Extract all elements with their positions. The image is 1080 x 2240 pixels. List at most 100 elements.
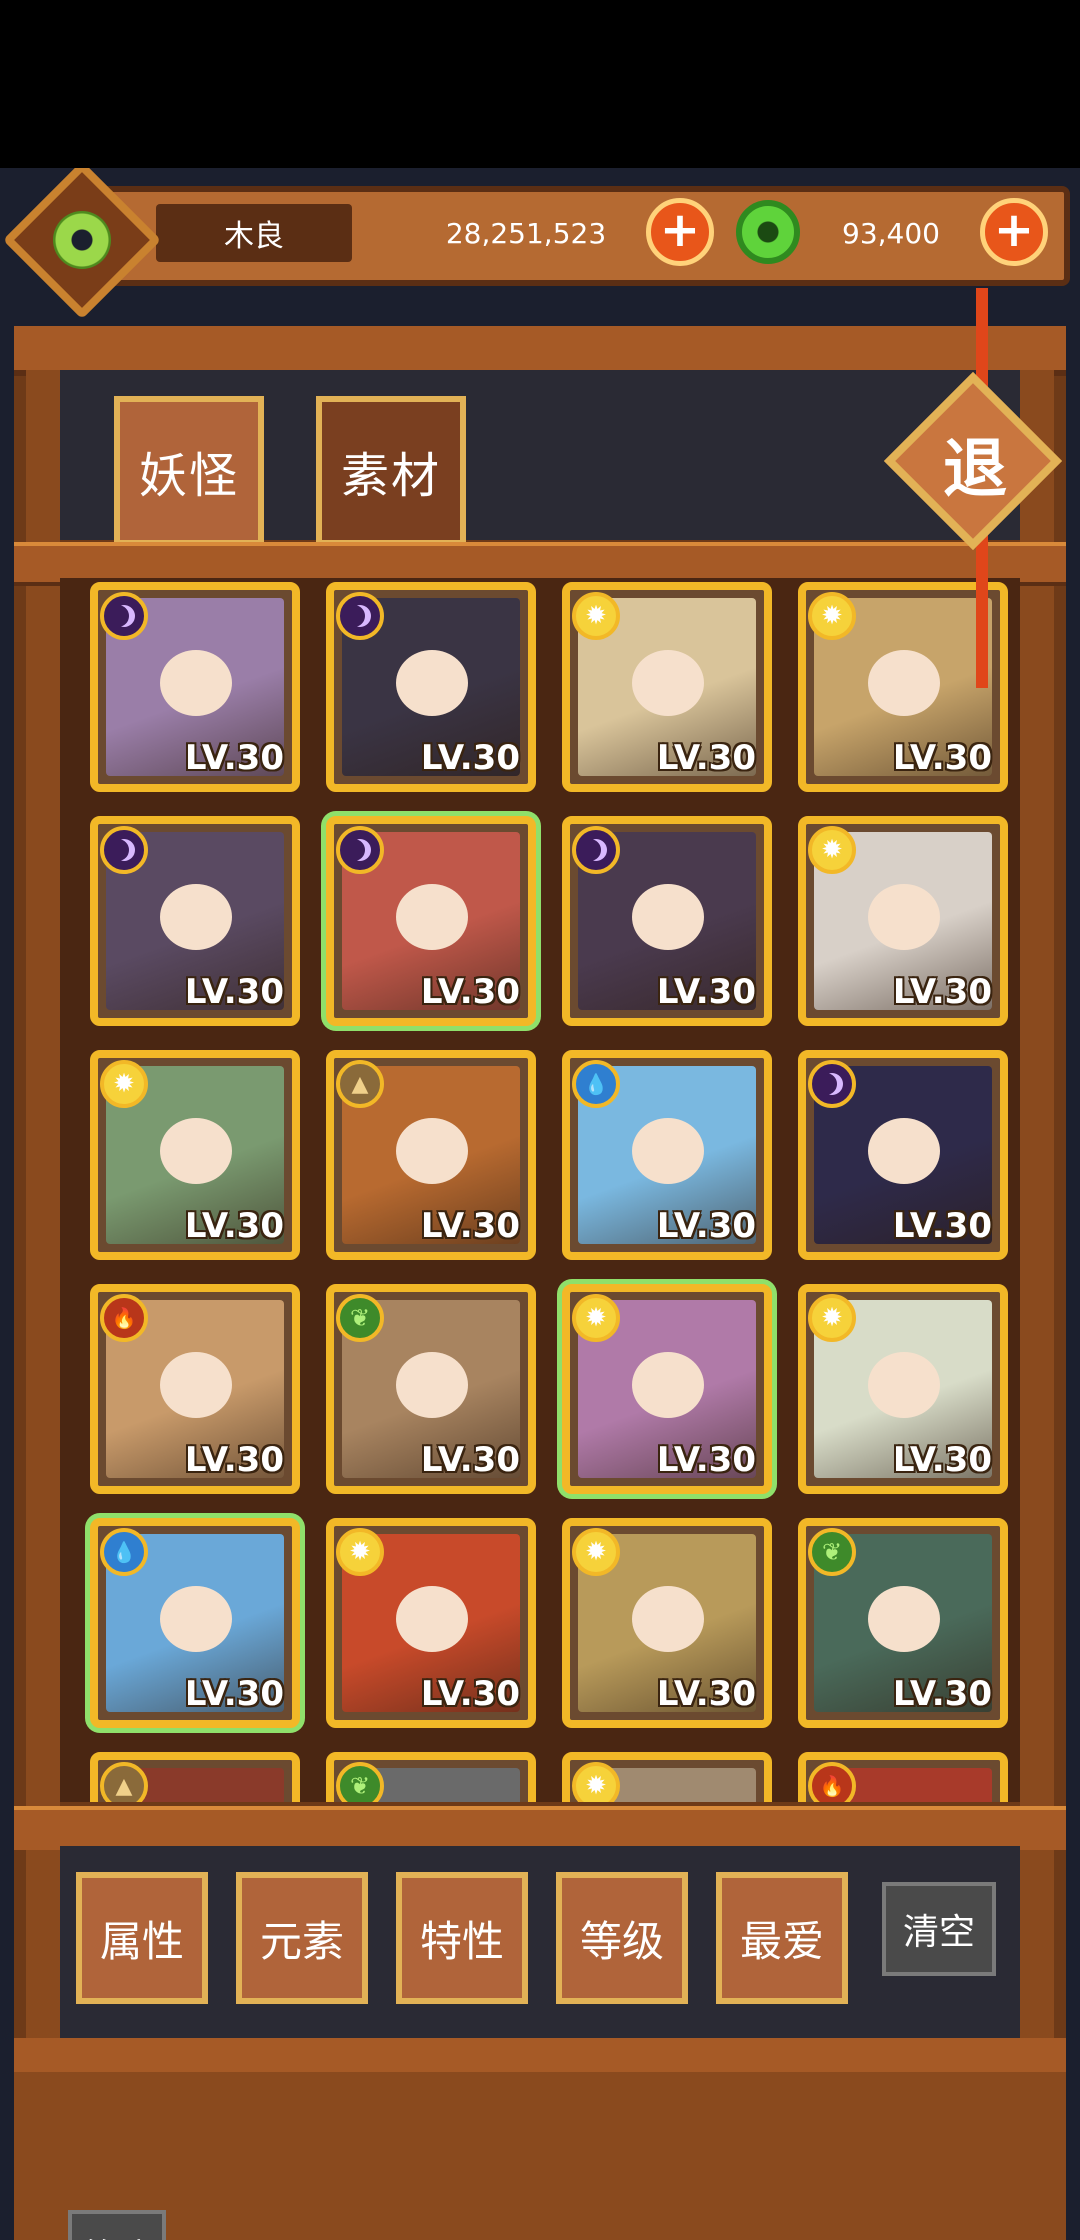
card-level: LV.30 — [656, 972, 756, 1012]
filter-favorite-button[interactable]: 最爱 — [716, 1872, 848, 2004]
monster-card[interactable]: LV.30 — [326, 582, 536, 792]
card-level: LV.30 — [656, 1674, 756, 1714]
filter-level-button[interactable]: 等级 — [556, 1872, 688, 2004]
monster-card[interactable] — [562, 1752, 772, 1802]
card-level: LV.30 — [656, 738, 756, 778]
jade-coin-icon — [736, 200, 800, 264]
monster-card[interactable] — [798, 1752, 1008, 1802]
monster-card[interactable]: LV.30 — [562, 1518, 772, 1728]
game-scene: 木良 28,251,523 + 93,400 + 妖怪 素材 LV.30 LV.3… — [0, 168, 1080, 2240]
gold-value: 28,251,523 — [445, 216, 607, 250]
card-level: LV.30 — [420, 1440, 520, 1480]
dark-element-icon — [100, 592, 148, 640]
monster-card[interactable]: LV.30 — [326, 1284, 536, 1494]
monster-card[interactable]: LV.30 — [798, 1284, 1008, 1494]
water-element-icon — [100, 1528, 148, 1576]
fire-element-icon — [808, 1762, 856, 1802]
monster-card[interactable]: LV.30 — [562, 1284, 772, 1494]
resource-bar: 木良 28,251,523 + 93,400 + — [60, 186, 1070, 286]
light-element-icon — [572, 1528, 620, 1576]
monster-card[interactable] — [90, 1752, 300, 1802]
monster-card[interactable]: LV.30 — [90, 582, 300, 792]
screen-filter-button[interactable]: 筛选 — [68, 2210, 166, 2240]
monster-face — [868, 1586, 940, 1652]
jade-disc-icon — [40, 198, 124, 282]
wood-element-icon — [808, 1528, 856, 1576]
dark-element-icon — [100, 826, 148, 874]
filter-trait-button[interactable]: 特性 — [396, 1872, 528, 2004]
monster-face — [632, 1586, 704, 1652]
card-level: LV.30 — [184, 738, 284, 778]
card-level: LV.30 — [420, 1206, 520, 1246]
add-jade-button[interactable]: + — [980, 198, 1048, 266]
light-element-icon — [100, 1060, 148, 1108]
monster-face — [868, 1118, 940, 1184]
monster-card[interactable]: LV.30 — [798, 1050, 1008, 1260]
monster-card[interactable]: LV.30 — [562, 1050, 772, 1260]
monster-card[interactable] — [326, 1752, 536, 1802]
card-level: LV.30 — [656, 1440, 756, 1480]
monster-card[interactable]: LV.30 — [90, 1518, 300, 1728]
dark-element-icon — [808, 1060, 856, 1108]
monster-face — [632, 1118, 704, 1184]
monster-face — [160, 1586, 232, 1652]
monster-card[interactable]: LV.30 — [562, 582, 772, 792]
tab-monsters[interactable]: 妖怪 — [114, 396, 264, 546]
monster-card[interactable]: LV.30 — [326, 1050, 536, 1260]
card-level: LV.30 — [184, 972, 284, 1012]
fire-element-icon — [100, 1294, 148, 1342]
monster-card[interactable]: LV.30 — [90, 1050, 300, 1260]
monster-face — [868, 884, 940, 950]
wood-element-icon — [336, 1294, 384, 1342]
add-gold-button[interactable]: + — [646, 198, 714, 266]
dark-element-icon — [336, 592, 384, 640]
exit-button[interactable]: 退 — [883, 371, 1063, 551]
card-level: LV.30 — [420, 1674, 520, 1714]
monster-card[interactable]: LV.30 — [90, 816, 300, 1026]
filter-attribute-button[interactable]: 属性 — [76, 1872, 208, 2004]
card-level: LV.30 — [420, 972, 520, 1012]
cabinet-floor — [14, 2072, 1066, 2240]
monster-card[interactable]: LV.30 — [798, 1518, 1008, 1728]
monster-face — [632, 884, 704, 950]
cabinet-top — [14, 326, 1066, 376]
monster-face — [160, 884, 232, 950]
card-level: LV.30 — [184, 1440, 284, 1480]
card-level: LV.30 — [184, 1206, 284, 1246]
wood-element-icon — [336, 1762, 384, 1802]
monster-card[interactable]: LV.30 — [90, 1284, 300, 1494]
monster-face — [868, 1352, 940, 1418]
monster-face — [632, 650, 704, 716]
monster-card[interactable]: LV.30 — [562, 816, 772, 1026]
monster-face — [396, 1118, 468, 1184]
light-element-icon — [808, 592, 856, 640]
cabinet-lower-bar — [14, 2038, 1066, 2072]
clear-filter-button[interactable]: 清空 — [882, 1882, 996, 1976]
monster-face — [632, 1352, 704, 1418]
card-level: LV.30 — [892, 738, 992, 778]
monster-face — [396, 650, 468, 716]
earth-element-icon — [100, 1762, 148, 1802]
light-element-icon — [572, 592, 620, 640]
collection-cabinet: 妖怪 素材 LV.30LV.30LV.30LV.30LV.30LV.30LV.3… — [14, 326, 1066, 2240]
light-element-icon — [572, 1762, 620, 1802]
card-level: LV.30 — [892, 1674, 992, 1714]
monster-face — [396, 884, 468, 950]
light-element-icon — [572, 1294, 620, 1342]
monster-card[interactable]: LV.30 — [326, 1518, 536, 1728]
filter-element-button[interactable]: 元素 — [236, 1872, 368, 2004]
dark-element-icon — [336, 826, 384, 874]
card-level: LV.30 — [656, 1206, 756, 1246]
monster-card[interactable]: LV.30 — [798, 816, 1008, 1026]
tab-materials[interactable]: 素材 — [316, 396, 466, 546]
light-element-icon — [336, 1528, 384, 1576]
earth-element-icon — [336, 1060, 384, 1108]
monster-card[interactable]: LV.30 — [326, 816, 536, 1026]
monster-face — [868, 650, 940, 716]
card-level: LV.30 — [892, 1206, 992, 1246]
water-element-icon — [572, 1060, 620, 1108]
monster-face — [396, 1586, 468, 1652]
light-element-icon — [808, 826, 856, 874]
monster-grid: LV.30 LV.30 LV.30 LV.30 LV.30 LV.30 LV.30 LV.30… — [60, 578, 1020, 1802]
monster-face — [160, 1352, 232, 1418]
